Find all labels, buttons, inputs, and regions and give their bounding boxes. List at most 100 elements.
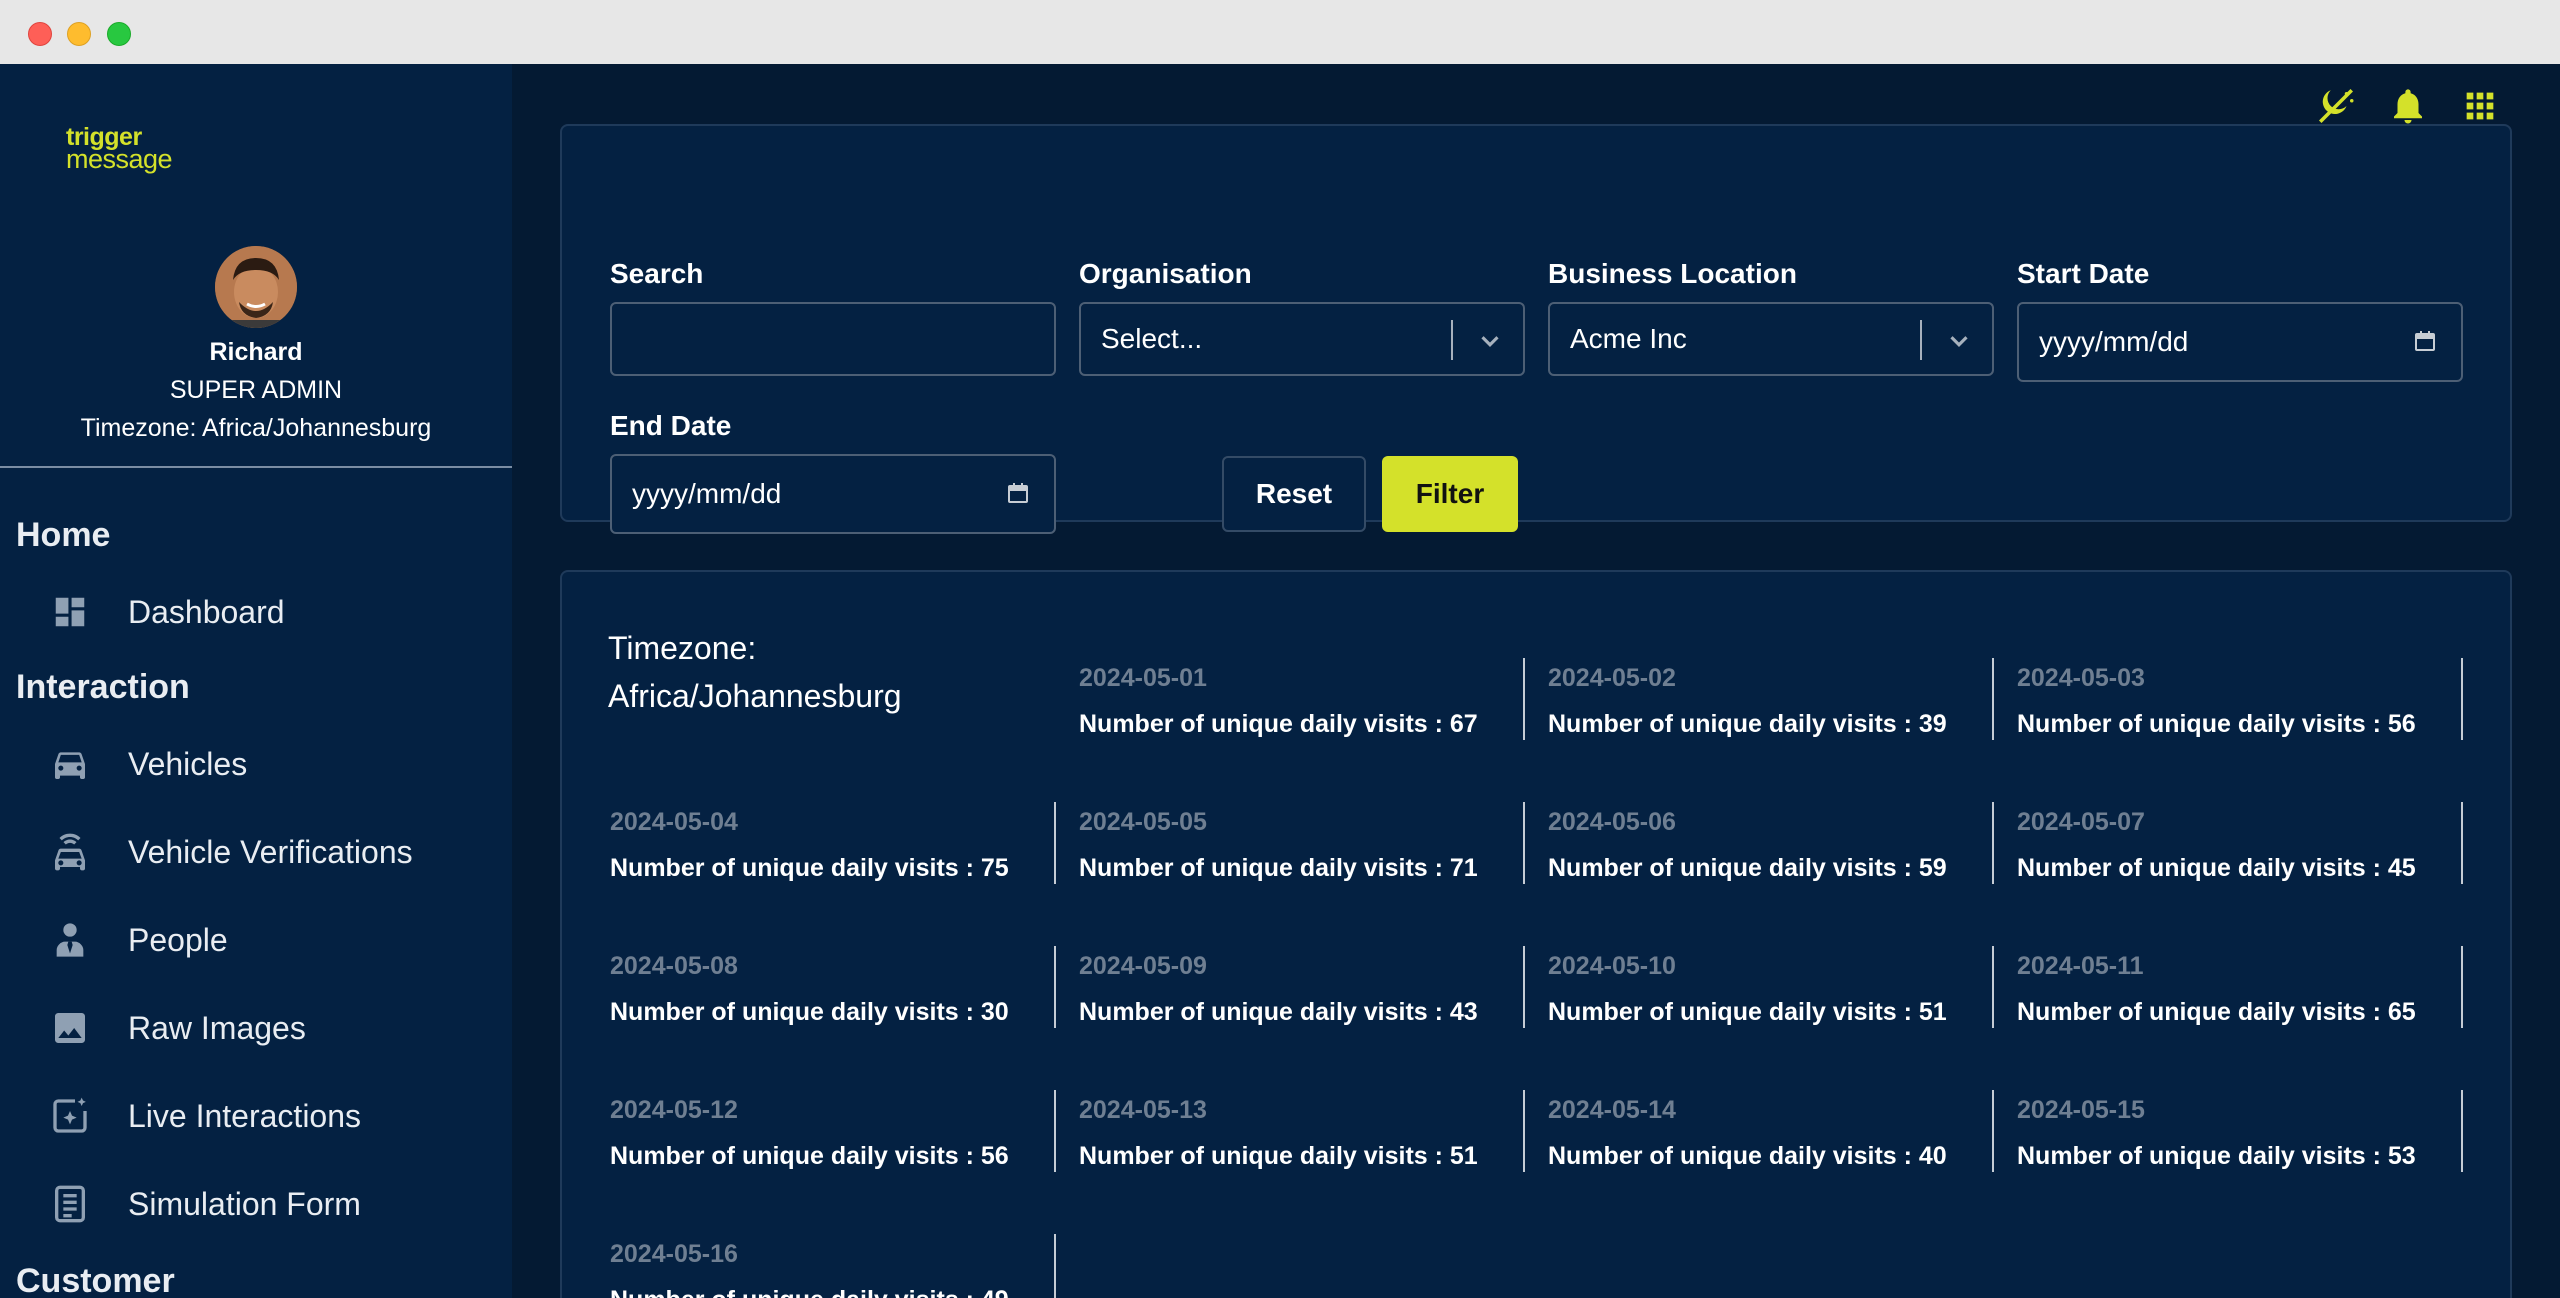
sidebar-item-live-interactions[interactable]: Live Interactions <box>48 1086 488 1146</box>
filter-button[interactable]: Filter <box>1382 456 1518 532</box>
sidebar-item-raw-images[interactable]: Raw Images <box>48 998 488 1058</box>
daily-visit-date: 2024-05-01 <box>1079 664 1207 692</box>
calendar-icon[interactable] <box>2413 328 2437 354</box>
daily-visit-card: 2024-05-09 Number of unique daily visits … <box>1079 946 1525 1028</box>
search-label: Search <box>610 258 704 289</box>
minimize-window-button[interactable] <box>67 22 91 46</box>
daily-visit-count: Number of unique daily visits : 30 <box>610 998 1009 1026</box>
search-input[interactable] <box>610 302 1056 376</box>
organisation-select[interactable]: Select... <box>1079 302 1525 376</box>
daily-visit-date: 2024-05-08 <box>610 952 738 980</box>
daily-visit-card: 2024-05-16 Number of unique daily visits … <box>610 1234 1056 1298</box>
daily-visit-date: 2024-05-06 <box>1548 808 1676 836</box>
chevron-down-icon[interactable] <box>1475 326 1505 356</box>
sidebar-item-vehicle-verifications[interactable]: Vehicle Verifications <box>48 822 488 882</box>
daily-visit-count: Number of unique daily visits : 53 <box>2017 1142 2416 1170</box>
end-date-label: End Date <box>610 410 732 441</box>
daily-visit-count: Number of unique daily visits : 65 <box>2017 998 2416 1026</box>
sidebar-item-label: Vehicle Verifications <box>128 833 413 870</box>
stats-timezone-value: Africa/Johannesburg <box>608 678 902 714</box>
sidebar-item-label: Dashboard <box>128 593 285 630</box>
daily-visit-card: 2024-05-05 Number of unique daily visits … <box>1079 802 1525 884</box>
business-location-select[interactable]: Acme Inc <box>1548 302 1994 376</box>
chevron-down-icon[interactable] <box>1944 326 1974 356</box>
stats-timezone-label: Timezone: <box>608 630 757 666</box>
daily-visit-count: Number of unique daily visits : 67 <box>1079 710 1478 738</box>
bell-icon[interactable] <box>2386 84 2430 128</box>
daily-visit-card: 2024-05-04 Number of unique daily visits … <box>610 802 1056 884</box>
daily-visit-count: Number of unique daily visits : 40 <box>1548 1142 1947 1170</box>
sidebar-divider <box>0 466 512 468</box>
end-date-value: yyyy/mm/dd <box>632 478 782 509</box>
start-date-input[interactable]: yyyy/mm/dd <box>2017 302 2463 382</box>
daily-visit-date: 2024-05-02 <box>1548 664 1676 692</box>
app: trigger message Richard SUPER ADMIN Time… <box>0 64 2560 1298</box>
daily-visit-date: 2024-05-11 <box>2017 952 2144 980</box>
daily-visit-count: Number of unique daily visits : 51 <box>1548 998 1947 1026</box>
sidebar-item-dashboard[interactable]: Dashboard <box>48 582 488 642</box>
daily-visit-card: 2024-05-02 Number of unique daily visits … <box>1548 658 1994 740</box>
daily-visit-card: 2024-05-07 Number of unique daily visits … <box>2017 802 2463 884</box>
stats-timezone: Timezone: Africa/Johannesburg <box>608 624 902 720</box>
daily-visit-count: Number of unique daily visits : 39 <box>1548 710 1947 738</box>
daily-visit-card: 2024-05-08 Number of unique daily visits … <box>610 946 1056 1028</box>
daily-visit-card: 2024-05-10 Number of unique daily visits … <box>1548 946 1994 1028</box>
reset-button[interactable]: Reset <box>1222 456 1366 532</box>
select-divider <box>1920 320 1922 360</box>
daily-visit-count: Number of unique daily visits : 43 <box>1079 998 1478 1026</box>
end-date-input[interactable]: yyyy/mm/dd <box>610 454 1056 534</box>
dashboard-icon <box>48 590 92 634</box>
daily-visit-count: Number of unique daily visits : 71 <box>1079 854 1478 882</box>
sidebar-item-people[interactable]: People <box>48 910 488 970</box>
select-divider <box>1451 320 1453 360</box>
daily-visit-date: 2024-05-07 <box>2017 808 2145 836</box>
section-customer: Customer <box>16 1262 175 1298</box>
daily-visit-count: Number of unique daily visits : 51 <box>1079 1142 1478 1170</box>
sidebar-item-vehicles[interactable]: Vehicles <box>48 734 488 794</box>
daily-visit-card: 2024-05-03 Number of unique daily visits … <box>2017 658 2463 740</box>
form-icon <box>48 1182 92 1226</box>
person-tie-icon <box>48 918 92 962</box>
profile-timezone: Timezone: Africa/Johannesburg <box>80 414 432 442</box>
section-interaction: Interaction <box>16 668 190 706</box>
logo-line2: message <box>66 144 173 174</box>
apps-grid-icon[interactable] <box>2458 84 2502 128</box>
logo[interactable]: trigger message <box>66 125 173 174</box>
daily-visit-date: 2024-05-09 <box>1079 952 1207 980</box>
car-icon <box>48 742 92 786</box>
daily-visit-card: 2024-05-06 Number of unique daily visits … <box>1548 802 1994 884</box>
sidebar-item-label: Simulation Form <box>128 1185 361 1222</box>
business-location-value: Acme Inc <box>1570 323 1687 354</box>
sidebar-item-label: People <box>128 921 228 958</box>
sidebar-item-label: Vehicles <box>128 745 248 782</box>
daily-visit-date: 2024-05-14 <box>1548 1096 1676 1124</box>
daily-visit-date: 2024-05-13 <box>1079 1096 1207 1124</box>
sparkle-box-icon <box>48 1094 92 1138</box>
daily-visit-date: 2024-05-15 <box>2017 1096 2145 1124</box>
daily-visit-count: Number of unique daily visits : 56 <box>2017 710 2416 738</box>
daily-visit-card: 2024-05-11 Number of unique daily visits … <box>2017 946 2463 1028</box>
daily-visit-card: 2024-05-14 Number of unique daily visits … <box>1548 1090 1994 1172</box>
organisation-label: Organisation <box>1079 258 1252 289</box>
car-wifi-icon <box>48 830 92 874</box>
daily-visit-count: Number of unique daily visits : 75 <box>610 854 1009 882</box>
start-date-value: yyyy/mm/dd <box>2039 326 2189 357</box>
daily-visit-date: 2024-05-12 <box>610 1096 738 1124</box>
profile-name: Richard <box>209 338 303 366</box>
business-location-label: Business Location <box>1548 258 1797 289</box>
avatar[interactable] <box>215 246 297 328</box>
sidebar-item-simulation-form[interactable]: Simulation Form <box>48 1174 488 1234</box>
daily-visit-date: 2024-05-03 <box>2017 664 2145 692</box>
daily-visit-count: Number of unique daily visits : 49 <box>610 1286 1009 1298</box>
close-window-button[interactable] <box>28 22 52 46</box>
daily-visit-date: 2024-05-10 <box>1548 952 1676 980</box>
theme-toggle-icon[interactable] <box>2314 84 2358 128</box>
start-date-label: Start Date <box>2017 258 2150 289</box>
sidebar: trigger message Richard SUPER ADMIN Time… <box>0 64 512 1298</box>
daily-visit-count: Number of unique daily visits : 59 <box>1548 854 1947 882</box>
image-icon <box>48 1006 92 1050</box>
sidebar-item-label: Live Interactions <box>128 1097 362 1134</box>
maximize-window-button[interactable] <box>107 22 131 46</box>
calendar-icon[interactable] <box>1006 480 1030 506</box>
daily-visit-card: 2024-05-12 Number of unique daily visits … <box>610 1090 1056 1172</box>
